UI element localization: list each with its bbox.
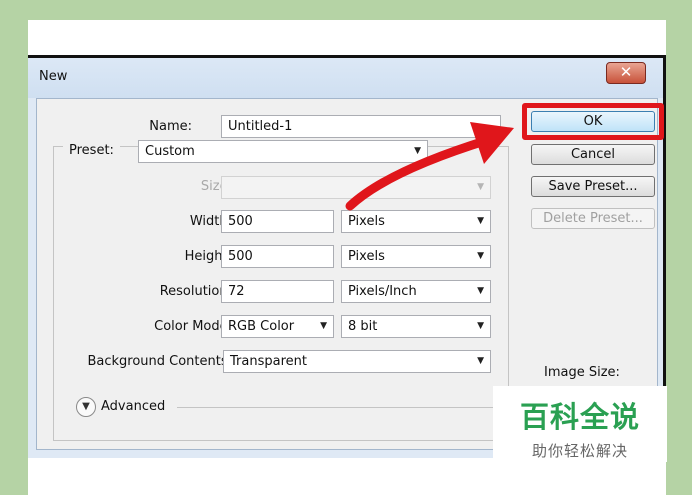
watermark: 百科全说 助你轻松解决: [493, 386, 667, 462]
arrow-shaft: [345, 135, 493, 211]
watermark-subtitle: 助你轻松解决: [531, 442, 628, 460]
watermark-title: 百科全说: [519, 400, 640, 434]
